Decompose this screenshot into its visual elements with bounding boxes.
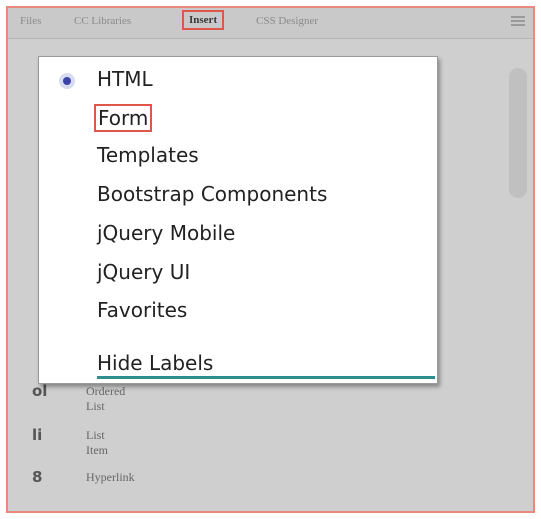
tab-insert[interactable]: Insert — [182, 10, 225, 30]
panel-menu-icon[interactable] — [511, 16, 525, 26]
hyperlink-icon: 8 — [32, 468, 43, 486]
insert-category-dropdown: HTML Form Templates Bootstrap Components… — [38, 56, 438, 384]
menu-item-form[interactable]: Form — [94, 104, 153, 132]
tab-files[interactable]: Files — [20, 15, 41, 27]
panel-tab-bar: Files CC Libraries Insert CSS Designer — [8, 8, 533, 39]
menu-item-favorites[interactable]: Favorites — [97, 298, 187, 322]
ordered-list-label: Ordered List — [86, 384, 126, 413]
tab-cc-libraries[interactable]: CC Libraries — [74, 15, 131, 27]
scrollbar[interactable] — [509, 68, 527, 198]
list-item-icon: li — [32, 426, 43, 444]
menu-item-jquery-ui[interactable]: jQuery UI — [97, 260, 190, 284]
hyperlink-label: Hyperlink — [86, 470, 135, 484]
hide-labels-underline — [97, 376, 435, 379]
tab-css-designer[interactable]: CSS Designer — [256, 15, 318, 27]
insert-panel: Files CC Libraries Insert CSS Designer o… — [6, 6, 535, 513]
menu-item-templates[interactable]: Templates — [97, 143, 199, 167]
selected-radio-icon — [59, 73, 75, 89]
menu-item-hide-labels[interactable]: Hide Labels — [97, 351, 213, 375]
menu-item-html[interactable]: HTML — [97, 67, 153, 91]
menu-item-bootstrap-components[interactable]: Bootstrap Components — [97, 182, 327, 206]
menu-item-jquery-mobile[interactable]: jQuery Mobile — [97, 221, 235, 245]
ordered-list-icon: ol — [32, 382, 48, 400]
list-item-label: List Item — [86, 428, 108, 457]
